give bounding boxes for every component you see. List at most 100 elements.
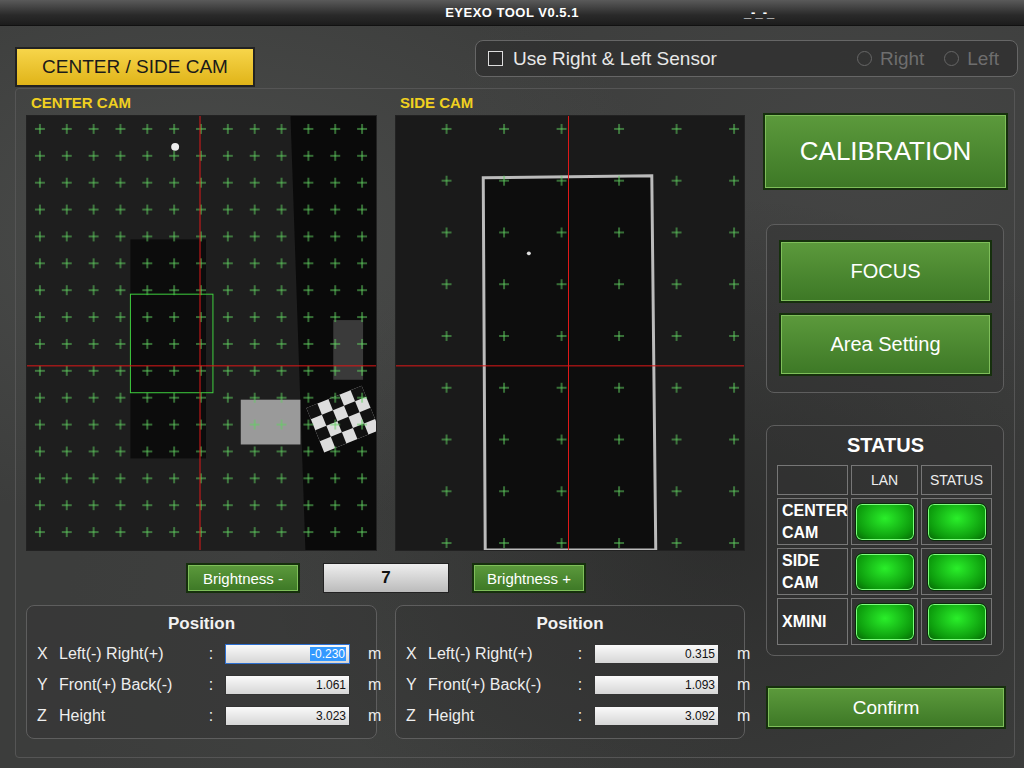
axis-description: Front(+) Back(-): [59, 676, 197, 694]
position-field[interactable]: 3.023: [225, 706, 350, 726]
axis-description: Left(-) Right(+): [428, 645, 566, 663]
unit-label: m: [356, 645, 381, 663]
camera-image: [396, 116, 744, 550]
position-row: XLeft(-) Right(+):-0.230m: [37, 640, 366, 667]
radio-label: Right: [880, 48, 924, 70]
lan-cell: [851, 498, 918, 545]
axis-description: Front(+) Back(-): [428, 676, 566, 694]
status-corner-cell: [777, 465, 848, 495]
sensor-radio[interactable]: Right: [857, 48, 924, 70]
position-field[interactable]: -0.230: [225, 644, 350, 664]
camera-area: CENTER CAMSIDE CAMBrightness -7Brightnes…: [26, 89, 746, 757]
brightness-decrease-button[interactable]: Brightness -: [186, 563, 300, 593]
top-row: CENTER / SIDE CAM Use Right & Left Sensor…: [0, 40, 1024, 88]
calibration-button[interactable]: CALIBRATION: [763, 113, 1008, 190]
field-value: 3.092: [685, 709, 715, 723]
radio-label: Left: [967, 48, 999, 70]
sensor-checkbox[interactable]: Use Right & Left Sensor: [488, 48, 717, 70]
area-setting-button[interactable]: Area Setting: [779, 313, 992, 376]
mode-tab[interactable]: CENTER / SIDE CAM: [15, 47, 255, 87]
brightness-row: Brightness - 7 Brightness +: [26, 563, 746, 593]
status-indicator-icon: [927, 503, 987, 541]
axis-label: Z: [37, 707, 53, 725]
camera-frame[interactable]: [26, 115, 377, 551]
status-indicator-icon: [927, 603, 987, 641]
axis-description: Height: [428, 707, 566, 725]
axis-label: Y: [37, 676, 53, 694]
camera-column: SIDE CAM: [395, 89, 745, 551]
camera-image: [27, 116, 376, 550]
lan-cell: [851, 598, 918, 645]
eyexo-tool-window: EYEXO TOOL V0.5.1_-_-_ CENTER / SIDE CAM U…: [0, 0, 1024, 768]
axis-label: X: [37, 645, 53, 663]
position-row: ZHeight:3.092m: [406, 702, 734, 729]
checkbox-icon[interactable]: [488, 51, 503, 66]
axis-label: Y: [406, 676, 422, 694]
brightness-value: 7: [323, 563, 449, 593]
status-cell: [921, 548, 992, 595]
camera-label: CENTER CAM: [26, 89, 377, 115]
position-row: XLeft(-) Right(+):0.315m: [406, 640, 734, 667]
position-field[interactable]: 1.093: [594, 675, 719, 695]
field-value: 1.061: [316, 678, 346, 692]
radio-icon[interactable]: [857, 51, 872, 66]
clock: _-_-_: [579, 5, 774, 20]
position-field[interactable]: 0.315: [594, 644, 719, 664]
field-value: 0.315: [685, 647, 715, 661]
status-column-header: STATUS: [921, 465, 992, 495]
status-row-name: SIDE CAM: [777, 548, 848, 595]
position-panel: PositionXLeft(-) Right(+):-0.230mYFront(…: [26, 605, 377, 739]
sensor-radio[interactable]: Left: [944, 48, 999, 70]
position-panel: PositionXLeft(-) Right(+):0.315mYFront(+…: [395, 605, 745, 739]
position-row: ZHeight:3.023m: [37, 702, 366, 729]
unit-label: m: [725, 707, 750, 725]
status-row-name: XMINI: [777, 598, 848, 645]
lan-indicator-icon: [855, 553, 915, 591]
separator: :: [203, 676, 219, 694]
confirm-button[interactable]: Confirm: [766, 686, 1006, 729]
axis-description: Height: [59, 707, 197, 725]
position-row: YFront(+) Back(-):1.093m: [406, 671, 734, 698]
position-panels: Position X Left(-) Right(+): -0.230 m Y Front(…: [26, 605, 746, 739]
focus-button[interactable]: FOCUS: [779, 240, 992, 303]
status-indicator-icon: [927, 553, 987, 591]
unit-label: m: [356, 676, 381, 694]
position-title: Position: [37, 614, 366, 634]
camera-label: SIDE CAM: [395, 89, 745, 115]
status-row-name: CENTER CAM: [777, 498, 848, 545]
title-bar: EYEXO TOOL V0.5.1_-_-_: [0, 0, 1024, 26]
field-value: 3.023: [316, 709, 346, 723]
window-title: EYEXO TOOL V0.5.1: [445, 5, 579, 20]
unit-label: m: [356, 707, 381, 725]
field-value: -0.230: [310, 647, 346, 661]
sensor-panel: Use Right & Left Sensor Right Left: [475, 40, 1018, 77]
axis-label: X: [406, 645, 422, 663]
position-field[interactable]: 1.061: [225, 675, 350, 695]
unit-label: m: [725, 676, 750, 694]
position-field[interactable]: 3.092: [594, 706, 719, 726]
lan-cell: [851, 548, 918, 595]
right-column: CALIBRATION FOCUS Area Setting STATUSLANSTA…: [763, 89, 1008, 757]
camera-column: CENTER CAM: [26, 89, 377, 551]
separator: :: [572, 676, 588, 694]
position-row: YFront(+) Back(-):1.061m: [37, 671, 366, 698]
separator: :: [203, 707, 219, 725]
axis-label: Z: [406, 707, 422, 725]
brightness-increase-button[interactable]: Brightness +: [472, 563, 586, 593]
unit-label: m: [725, 645, 750, 663]
status-column-header: LAN: [851, 465, 918, 495]
status-table: LANSTATUS CENTER CAMSIDE CAMXMINI: [777, 465, 994, 645]
lan-indicator-icon: [855, 503, 915, 541]
main-panel: CENTER CAMSIDE CAMBrightness -7Brightnes…: [15, 88, 1015, 758]
camera-views: CENTER CAM SIDE CAM: [26, 89, 746, 551]
status-cell: [921, 498, 992, 545]
camera-frame[interactable]: [395, 115, 745, 551]
separator: :: [203, 645, 219, 663]
axis-description: Left(-) Right(+): [59, 645, 197, 663]
field-value: 1.093: [685, 678, 715, 692]
separator: :: [572, 645, 588, 663]
sensor-label: Use Right & Left Sensor: [513, 48, 717, 70]
position-title: Position: [406, 614, 734, 634]
radio-icon[interactable]: [944, 51, 959, 66]
lan-indicator-icon: [855, 603, 915, 641]
